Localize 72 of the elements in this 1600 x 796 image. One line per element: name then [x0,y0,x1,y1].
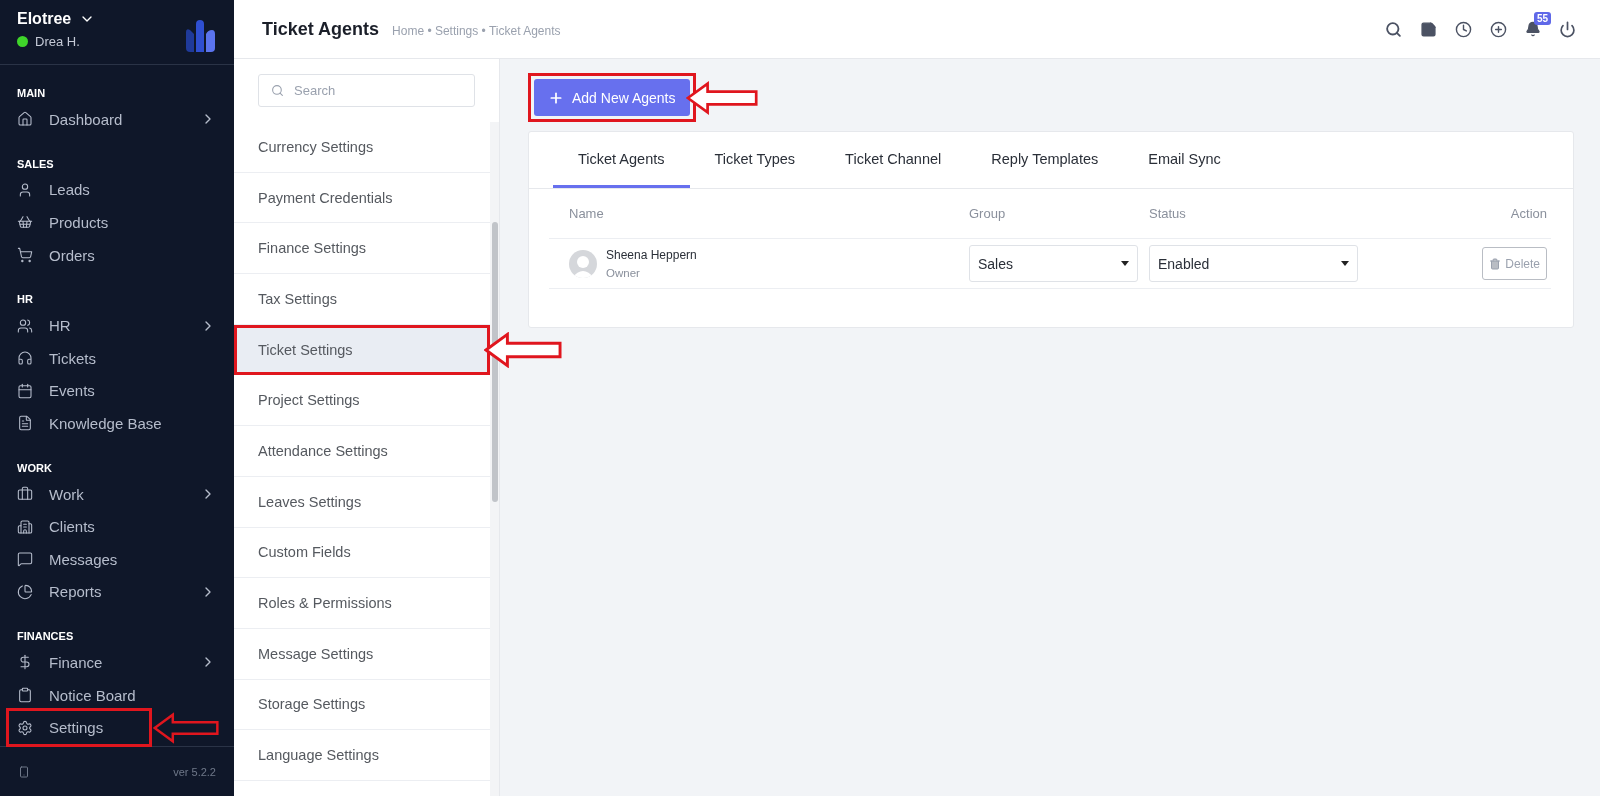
section-label: MAIN [16,86,47,101]
nav-item[interactable]: Finance [0,646,234,679]
bell-icon[interactable] [1525,21,1541,37]
users-icon [17,317,33,334]
section-label: FINANCES [16,629,75,645]
tab[interactable]: Ticket Channel [820,132,967,188]
caret-icon [1121,261,1129,266]
nav-item[interactable]: Messages [0,542,234,576]
avatar-icon [569,249,597,278]
column-header: Status [1149,206,1187,221]
group-select[interactable]: Sales [969,245,1138,282]
settings-menu-item[interactable]: Ticket Settings [234,324,490,376]
nav-item[interactable]: HR [0,309,234,342]
plus-circle-icon[interactable] [1490,20,1507,38]
column-header: Action [1509,206,1547,221]
version-label: ver 5.2.2 [173,765,216,778]
nav-item[interactable]: Reports [0,575,234,609]
message-icon [17,551,33,568]
basket-icon [17,214,33,231]
phone-icon[interactable] [18,765,30,778]
section-label: HR [16,292,34,308]
section-label: SALES [16,156,55,172]
tab[interactable]: Ticket Agents [553,132,690,188]
power-icon[interactable] [1559,20,1576,38]
dollar-icon [17,654,33,671]
nav-item[interactable]: Products [0,206,234,239]
house-icon [17,111,33,128]
column-header: Name [569,206,605,221]
section-label: WORK [16,460,53,476]
settings-icon [17,719,33,736]
caret-icon [1341,261,1349,266]
building-icon [17,518,33,535]
briefcase-icon [17,486,33,503]
nav-item[interactable]: Orders [0,238,234,272]
nav-item[interactable]: Tickets [0,341,234,375]
search-box[interactable]: Search [258,74,475,107]
sticky-note-icon[interactable] [1420,20,1437,38]
nav-item[interactable]: Leads [0,173,234,207]
status-select[interactable]: Enabled [1149,245,1358,282]
nav-item[interactable]: Dashboard [0,103,234,136]
clock-icon[interactable] [1455,20,1472,38]
nav-item[interactable]: Work [0,477,234,511]
column-header: Group [969,206,1007,221]
page-title: Ticket Agents [262,18,380,40]
tab[interactable]: Email Sync [1123,132,1246,188]
search-icon[interactable] [1385,20,1402,38]
nav-item[interactable]: Clients [0,510,234,543]
logo-icon [184,18,216,52]
calendar-icon [17,382,33,399]
nav-item[interactable]: Events [0,374,234,408]
user-name: Drea H. [35,34,80,49]
tab[interactable]: Ticket Types [689,132,821,188]
cart-icon [17,247,33,264]
tab[interactable]: Reply Templates [966,132,1124,188]
nav-item[interactable]: Settings [9,711,149,744]
pointer-arrow-icon [686,79,758,116]
trash-icon [1489,257,1502,270]
breadcrumb: Home • Settings • Ticket Agents [392,23,561,38]
add-agents-button[interactable]: Add New Agents [534,79,690,116]
nav-item[interactable]: Knowledge Base [0,407,234,440]
scrollbar[interactable] [490,122,499,796]
user-icon [17,181,33,198]
headphones-icon [17,350,33,367]
search-icon [271,84,284,97]
agent-role: Owner [606,267,641,279]
company-name: Elotree [17,10,72,28]
notification-count: 55 [1534,12,1552,25]
pie-chart-icon [17,583,33,600]
document-icon [17,415,33,432]
clipboard-icon [17,687,33,703]
agent-name: Sheena Heppern [606,248,697,262]
nav-item[interactable]: Notice Board [0,678,234,712]
